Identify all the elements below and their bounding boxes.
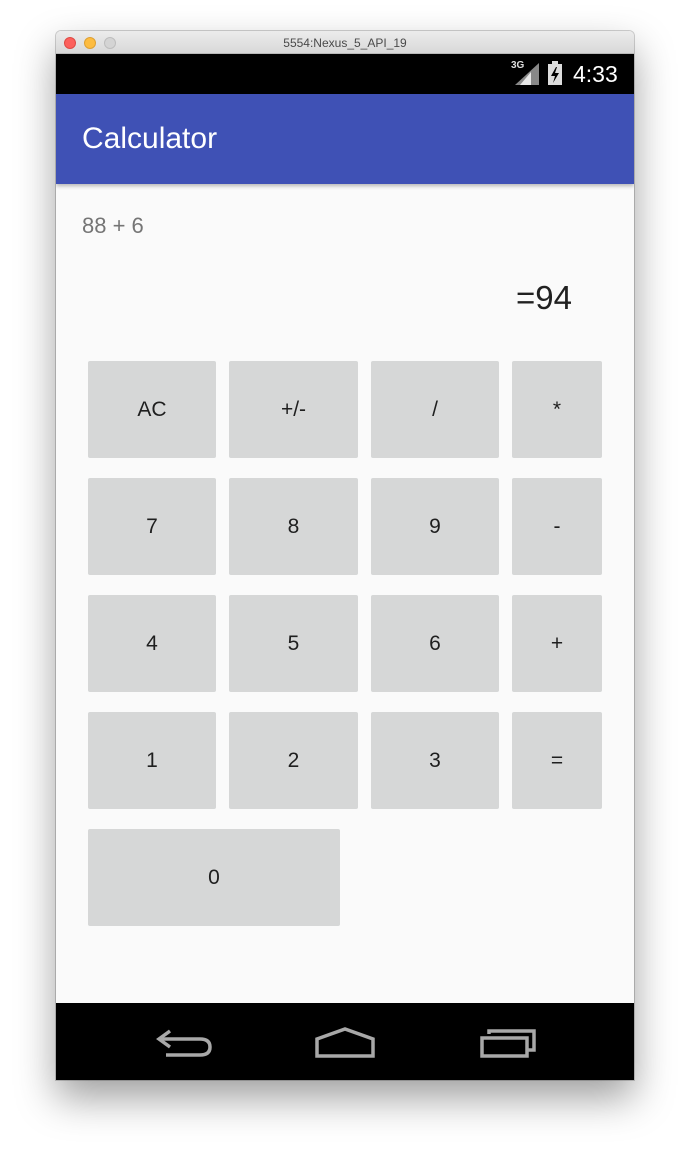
digit-3-button[interactable]: 3: [371, 712, 499, 809]
digit-6-button[interactable]: 6: [371, 595, 499, 692]
digit-7-button[interactable]: 7: [88, 478, 216, 575]
back-icon[interactable]: [156, 1027, 214, 1059]
clear-button[interactable]: AC: [88, 361, 216, 458]
signal-icon: [515, 63, 539, 85]
digit-5-button[interactable]: 5: [229, 595, 358, 692]
battery-charging-icon: [548, 61, 562, 85]
digit-4-button[interactable]: 4: [88, 595, 216, 692]
window-titlebar[interactable]: 5554:Nexus_5_API_19: [56, 31, 634, 54]
app-title: Calculator: [82, 122, 218, 155]
home-icon[interactable]: [315, 1027, 375, 1059]
window-title: 5554:Nexus_5_API_19: [283, 36, 407, 50]
app-bar: Calculator: [56, 94, 634, 184]
plus-button[interactable]: +: [512, 595, 602, 692]
minus-button[interactable]: -: [512, 478, 602, 575]
digit-1-button[interactable]: 1: [88, 712, 216, 809]
emulator-window: 5554:Nexus_5_API_19 3G 4:33 Calculator 8…: [56, 31, 634, 1080]
expression-display: 88 + 6: [82, 213, 144, 238]
status-bar: 3G 4:33: [56, 54, 634, 94]
equals-button[interactable]: =: [512, 712, 602, 809]
digit-8-button[interactable]: 8: [229, 478, 358, 575]
divide-button[interactable]: /: [371, 361, 499, 458]
recents-icon[interactable]: [479, 1027, 537, 1059]
multiply-button[interactable]: *: [512, 361, 602, 458]
result-display: =94: [516, 279, 572, 316]
sign-toggle-button[interactable]: +/-: [229, 361, 358, 458]
digit-0-button[interactable]: 0: [88, 829, 340, 926]
navigation-bar: [56, 1003, 634, 1080]
digit-2-button[interactable]: 2: [229, 712, 358, 809]
digit-9-button[interactable]: 9: [371, 478, 499, 575]
status-clock: 4:33: [573, 61, 618, 87]
